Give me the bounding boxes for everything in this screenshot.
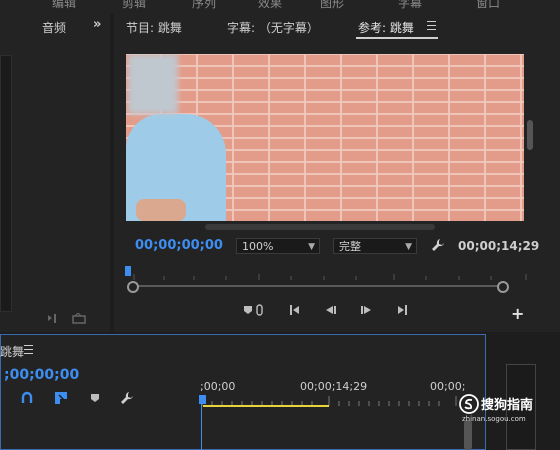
step-forward-icon[interactable] bbox=[358, 302, 374, 318]
timeline-menu-icon[interactable] bbox=[24, 345, 33, 354]
chevron-right-icon[interactable]: » bbox=[93, 17, 101, 32]
zoom-handle-right[interactable] bbox=[497, 281, 509, 293]
go-to-out-icon[interactable] bbox=[393, 302, 409, 318]
folder-icon[interactable] bbox=[72, 313, 86, 324]
tab-reference[interactable]: 参考: 跳舞 bbox=[358, 19, 414, 36]
zoom-handle-left[interactable] bbox=[127, 281, 139, 293]
left-panel-list bbox=[0, 55, 12, 312]
playback-resolution-select[interactable]: 完整 ▼ bbox=[333, 238, 417, 254]
menu-bar: 编辑 剪辑 序列 效果 图形 字幕 窗口 bbox=[0, 0, 560, 14]
monitor-vertical-scrollbar[interactable] bbox=[527, 120, 533, 150]
menu-item-captions[interactable]: 字幕 bbox=[398, 0, 422, 11]
tab-program[interactable]: 节目: 跳舞 bbox=[126, 19, 182, 36]
go-to-in-icon[interactable] bbox=[288, 302, 304, 318]
watermark-url: zhinan.sogou.com bbox=[462, 415, 526, 423]
sequence-tab-title[interactable]: 跳舞 bbox=[0, 343, 24, 360]
duration-timecode: 00;00;14;29 bbox=[458, 239, 540, 253]
add-marker-icon[interactable] bbox=[88, 391, 102, 405]
menu-item-sequence[interactable]: 序列 bbox=[192, 0, 216, 11]
watermark-text: 搜狗指南 bbox=[481, 398, 534, 413]
menu-item-clip[interactable]: 剪辑 bbox=[122, 0, 146, 11]
timeline-playhead[interactable] bbox=[199, 395, 206, 404]
menu-item-edit[interactable]: 编辑 bbox=[52, 0, 76, 11]
tab-audio[interactable]: 音频 bbox=[42, 19, 66, 36]
video-frame[interactable] bbox=[126, 54, 524, 221]
work-area-bar[interactable] bbox=[203, 405, 329, 407]
timeline-panel bbox=[0, 334, 486, 450]
ruler-label-end: 00;00; bbox=[430, 380, 466, 393]
playback-resolution-value: 完整 bbox=[339, 240, 361, 253]
tab-captions[interactable]: 字幕: （无字幕） bbox=[227, 19, 319, 36]
playhead-timecode[interactable]: 00;00;00;00 bbox=[135, 238, 223, 253]
menu-item-effects[interactable]: 效果 bbox=[258, 0, 282, 11]
snap-icon[interactable] bbox=[20, 391, 34, 405]
ruler-label-mid: 00;00;14;29 bbox=[300, 380, 368, 393]
insert-icon[interactable] bbox=[47, 313, 61, 324]
linked-selection-icon[interactable] bbox=[54, 391, 68, 405]
hand bbox=[136, 199, 186, 221]
add-button[interactable]: + bbox=[511, 304, 524, 323]
blurred-face bbox=[128, 54, 178, 114]
monitor-horizontal-scrollbar[interactable] bbox=[205, 224, 435, 230]
menu-item-window[interactable]: 窗口 bbox=[476, 0, 500, 11]
sogou-logo-icon bbox=[459, 394, 479, 414]
timeline-wrench-icon[interactable] bbox=[120, 391, 134, 405]
monitor-time-ruler[interactable] bbox=[126, 266, 536, 282]
chevron-down-icon: ▼ bbox=[308, 242, 315, 252]
timeline-timecode[interactable]: ;00;00;00 bbox=[4, 367, 79, 383]
monitor-playhead[interactable] bbox=[125, 266, 131, 276]
menu-item-graphics[interactable]: 图形 bbox=[320, 0, 344, 11]
step-back-icon[interactable] bbox=[323, 302, 339, 318]
ruler-label-start: ;00;00 bbox=[200, 380, 236, 393]
zoom-scroll-bar[interactable] bbox=[133, 285, 503, 287]
wrench-icon[interactable] bbox=[431, 238, 445, 252]
link-icon[interactable] bbox=[252, 302, 268, 318]
zoom-level-value: 100% bbox=[242, 240, 274, 253]
zoom-level-select[interactable]: 100% ▼ bbox=[236, 238, 320, 254]
timeline-vertical-scrollbar[interactable] bbox=[464, 420, 472, 450]
chevron-down-icon: ▼ bbox=[405, 242, 412, 252]
timeline-playhead-line bbox=[201, 404, 202, 450]
left-panel bbox=[0, 14, 110, 332]
panel-menu-icon[interactable] bbox=[427, 21, 436, 30]
active-tab-indicator bbox=[356, 37, 438, 39]
